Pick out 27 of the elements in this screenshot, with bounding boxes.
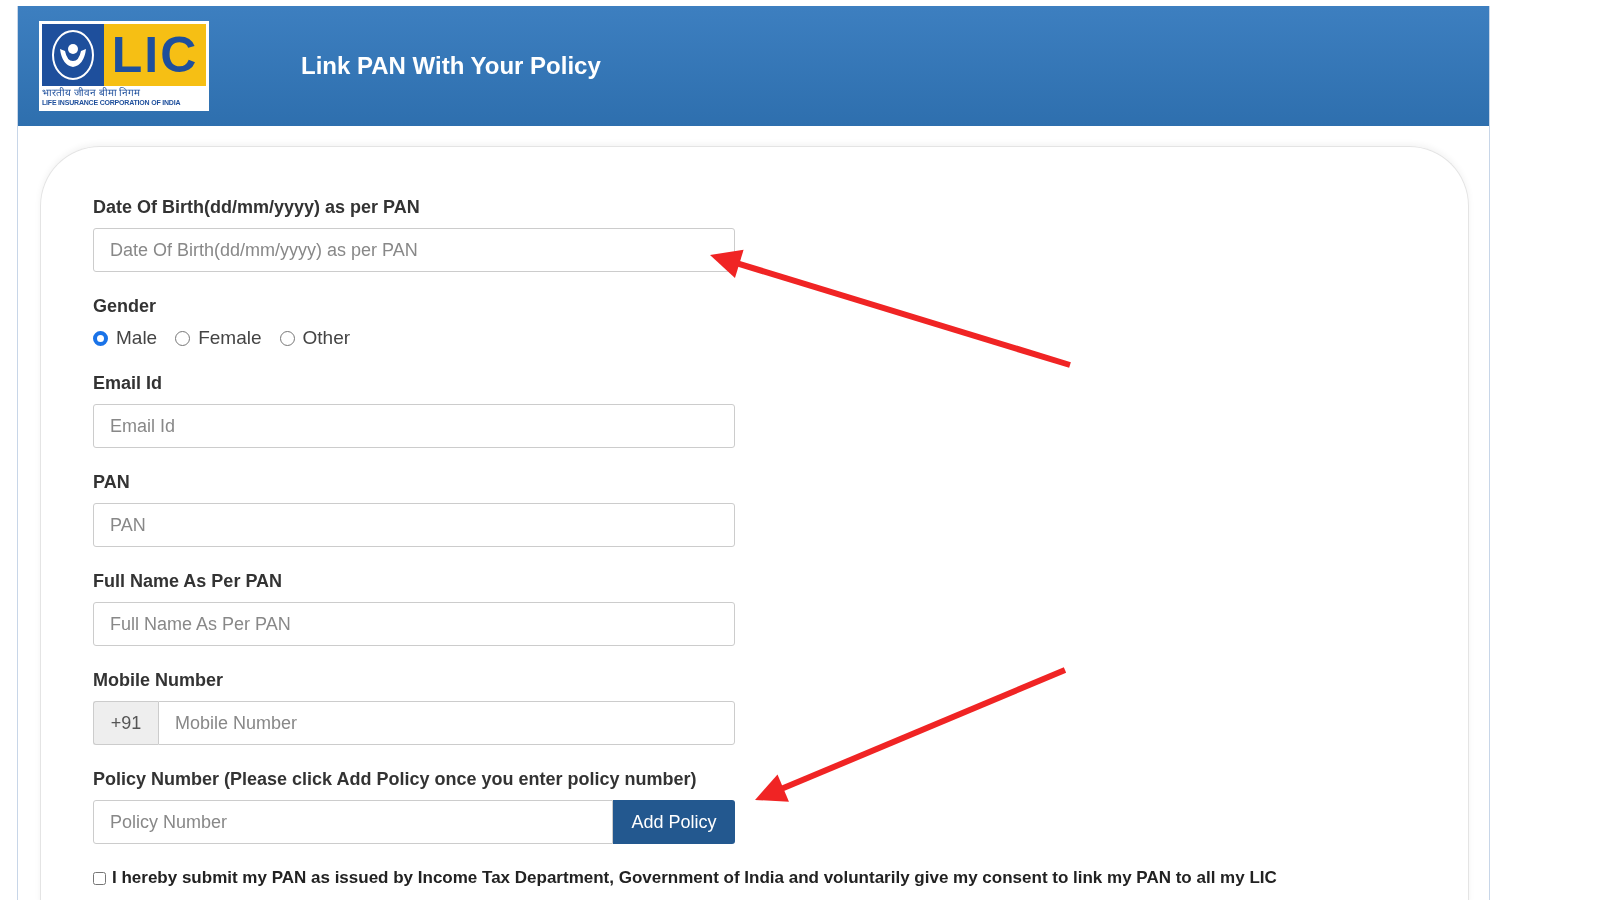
hands-emblem-icon [50,29,96,81]
field-label: PAN [93,472,131,493]
input-field[interactable]: PAN [93,503,735,547]
radio-button[interactable] [279,330,295,346]
field-label: Email Id [93,373,164,394]
input-field[interactable]: Email Id [93,404,735,448]
radio-button[interactable] [93,330,108,346]
input-field[interactable]: Date Of Birth(dd/mm/yyyy) as per PAN [93,228,735,272]
radio-button[interactable] [175,330,191,346]
checkbox[interactable] [93,871,106,885]
radio-option[interactable]: Female [175,327,262,349]
field-label: Date Of Birth(dd/mm/yyyy) as per PAN [93,197,421,218]
field-label: Full Name As Per PAN [93,571,284,592]
field-label: Gender [93,296,158,317]
input-field[interactable]: Mobile Number [158,701,735,745]
consent-text: I hereby submit my PAN as issued by Income Tax Department, Government of India and voluntarily give my consent to link my PAN to all my LIC [112,868,1277,888]
field-label: Policy Number (Please click Add Policy once you enter policy number) [93,769,698,790]
page-title: Link PAN With Your Policy [301,52,601,80]
add-policy-button[interactable]: Add Policy [613,800,735,844]
input-field[interactable]: Full Name As Per PAN [93,602,735,646]
logo-hindi-text: भारतीय जीवन बीमा निगम [42,86,142,99]
radio-option[interactable]: Male [93,327,158,349]
logo-brand: LIC [104,24,206,86]
country-code: +91 [93,701,158,745]
radio-option[interactable]: Other [279,327,351,349]
field-label: Mobile Number [93,670,224,691]
input-field[interactable]: Policy Number [93,800,613,844]
